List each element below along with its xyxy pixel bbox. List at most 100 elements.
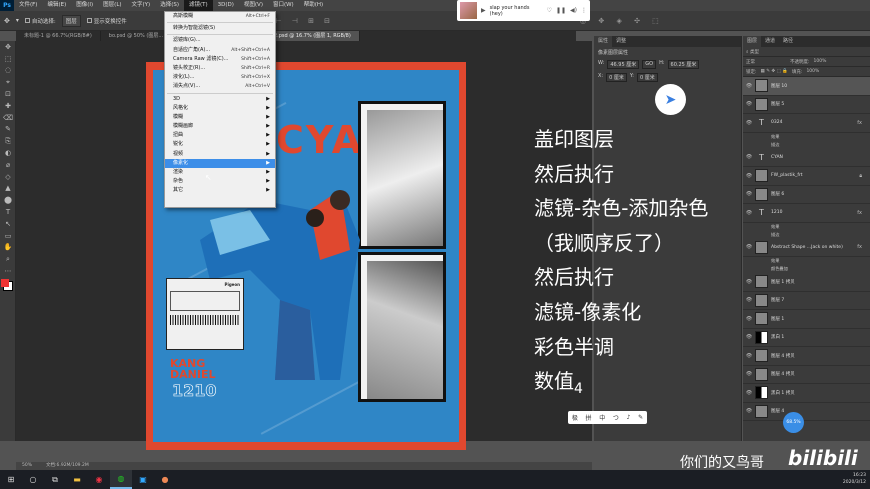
filter-menu-item[interactable]: 自适应广角(A)... Alt+Shift+Ctrl+A [165, 46, 275, 55]
x-input[interactable]: 0 厘米 [606, 73, 627, 82]
menu-item[interactable]: 文件(F) [14, 0, 42, 11]
app-icon[interactable]: ● [154, 470, 176, 489]
filter-menu-item[interactable]: 锐化 ▶ [165, 140, 275, 149]
heart-icon[interactable]: ♡ [547, 7, 552, 14]
visibility-eye-icon[interactable]: 👁︎ [743, 371, 755, 377]
tool-icon[interactable]: T [0, 206, 16, 218]
show-transform-checkbox[interactable]: 显示变换控件 [86, 17, 127, 25]
tool-icon[interactable]: ↖ [0, 218, 16, 230]
layer-row[interactable]: 👁︎ 图层 1 拷贝 [743, 273, 870, 292]
lock-icons[interactable]: ▦ ✎ ✥ ⬚ 🔒 [761, 69, 788, 74]
filter-menu-item[interactable]: 镜头校正(R)... Shift+Ctrl+R [165, 64, 275, 73]
tool-icon[interactable]: ◌ [0, 65, 16, 77]
menu-item[interactable]: 图层(L) [98, 0, 126, 11]
layer-effect-item[interactable]: 效果 [743, 133, 870, 141]
tool-icon[interactable]: ⌖ [0, 76, 16, 88]
layer-row[interactable]: 👁︎ FW_plastik_frt 🔒︎ [743, 167, 870, 186]
layer-row[interactable]: 👁︎ 图层 7 [743, 292, 870, 310]
layer-row[interactable]: 👁︎ 图层 1 [743, 310, 870, 329]
menu-item[interactable]: 文字(Y) [127, 0, 156, 11]
visibility-eye-icon[interactable]: 👁︎ [743, 173, 755, 179]
tool-icon[interactable]: ▭ [0, 230, 16, 242]
layer-row[interactable]: 👁︎ 图层 4 拷贝 [743, 366, 870, 384]
filter-menu-item[interactable]: 扭曲 ▶ [165, 131, 275, 140]
ime-button[interactable]: 拼 [586, 413, 592, 422]
layer-row[interactable]: 👁︎ 图层 10 [743, 77, 870, 96]
ime-button[interactable]: 中 [599, 413, 605, 422]
tool-icon[interactable]: ⊡ [0, 88, 16, 100]
visibility-eye-icon[interactable]: 👁︎ [743, 353, 755, 359]
kind-dropdown[interactable]: 类型 [750, 50, 759, 55]
tool-icon[interactable]: ⬤ [0, 194, 16, 206]
dropdown-arrow-icon[interactable]: ▾ [16, 17, 19, 24]
filter-menu-item[interactable]: 渲染 ▶ [165, 168, 275, 177]
menu-item[interactable]: 滤镜(T) [183, 0, 213, 11]
ime-button[interactable]: ✎ [638, 414, 643, 421]
layer-effect-item[interactable]: 效果 [743, 223, 870, 231]
filter-menu-item[interactable]: 其它 ▶ [165, 186, 275, 195]
visibility-eye-icon[interactable]: 👁︎ [743, 334, 755, 340]
layer-row[interactable]: 👁︎ 图层 6 [743, 186, 870, 204]
menu-item[interactable]: 编辑(E) [42, 0, 71, 11]
more-icon[interactable]: ⋮ [581, 7, 587, 14]
tool-icon[interactable]: ⌕ [0, 253, 16, 265]
y-input[interactable]: 0 厘米 [636, 73, 658, 82]
visibility-eye-icon[interactable]: 👁︎ [743, 191, 755, 197]
filter-menu-item[interactable]: 消失点(V)... Alt+Ctrl+V [165, 82, 275, 91]
tab-channels[interactable]: 通道 [761, 36, 779, 47]
auto-select-checkbox[interactable]: 自动选择: [24, 17, 56, 25]
auto-select-target-dropdown[interactable]: 图层 [61, 14, 81, 27]
file-explorer-icon[interactable]: ▬ [66, 470, 88, 489]
layer-effect-item[interactable]: 颜色叠加 [743, 265, 870, 273]
tab-properties[interactable]: 属性 [594, 36, 613, 47]
tool-icon[interactable]: ◐ [0, 147, 16, 159]
color-swatch[interactable] [1, 278, 13, 291]
layer-row[interactable]: 👁︎ 图层 5 [743, 96, 870, 114]
tool-icon[interactable]: ◇ [0, 171, 16, 183]
filter-menu-item[interactable]: 风格化 ▶ [165, 104, 275, 113]
layer-effect-item[interactable]: 效果 [743, 257, 870, 265]
chrome-icon[interactable]: ◉ [88, 470, 110, 489]
filter-menu-item[interactable]: 液化(L)... Shift+Ctrl+X [165, 73, 275, 82]
ime-button[interactable]: 极 [572, 413, 578, 422]
tool-icon[interactable]: ✋ [0, 242, 16, 254]
tool-icon[interactable]: ⬚ [0, 53, 16, 65]
tool-icon[interactable]: ⎘ [0, 135, 16, 147]
task-view-icon[interactable]: ⧉ [44, 470, 66, 489]
start-icon[interactable]: ⊞ [0, 470, 22, 489]
document-tab[interactable]: bo.psd @ 50% (图层... [101, 31, 173, 41]
visibility-eye-icon[interactable]: 👁︎ [743, 244, 755, 250]
volume-icon[interactable]: ◀) [570, 7, 577, 14]
menu-item[interactable]: 帮助(H) [299, 0, 328, 11]
play-icon[interactable]: ▶ [481, 7, 486, 14]
ime-button[interactable]: つ [613, 413, 619, 422]
filter-menu-item[interactable]: 模糊 ▶ [165, 113, 275, 122]
filter-menu-item[interactable]: 滤镜库(G)... [165, 36, 275, 45]
filter-menu-item[interactable]: Camera Raw 滤镜(C)... Shift+Ctrl+A [165, 55, 275, 64]
zoom-level[interactable]: 50% [22, 462, 32, 470]
menu-item[interactable]: 窗口(W) [268, 0, 299, 11]
w-input[interactable]: 46.95 厘米 [607, 60, 640, 69]
layer-effect-item[interactable]: 描边 [743, 141, 870, 149]
menu-item[interactable]: 视图(V) [239, 0, 268, 11]
tool-icon[interactable]: ✥ [0, 41, 16, 53]
system-tray-clock[interactable]: 16:23 2020/3/12 [843, 472, 866, 486]
opacity-input[interactable]: 100% [814, 59, 827, 64]
filter-menu-item[interactable]: 3D ▶ [165, 95, 275, 104]
visibility-eye-icon[interactable]: 👁︎ [743, 408, 755, 414]
visibility-eye-icon[interactable]: 👁︎ [743, 390, 755, 396]
fill-input[interactable]: 100% [806, 69, 819, 74]
h-input[interactable]: 60.25 厘米 [667, 60, 700, 69]
tool-icon[interactable]: ✎ [0, 124, 16, 136]
filter-menu-item[interactable]: 杂色 ▶ [165, 177, 275, 186]
visibility-eye-icon[interactable]: 👁︎ [743, 120, 755, 126]
tool-icon[interactable]: ⌫ [0, 112, 16, 124]
visibility-eye-icon[interactable]: 👁︎ [743, 83, 755, 89]
checkbox-box[interactable] [86, 18, 92, 23]
filter-menu-item[interactable]: 视频 ▶ [165, 150, 275, 159]
link-button[interactable]: GO [642, 60, 657, 69]
foreground-color[interactable] [1, 278, 9, 287]
tab-adjustments[interactable]: 调整 [612, 36, 630, 47]
tool-icon[interactable]: ▲ [0, 183, 16, 195]
layer-row[interactable]: 👁︎ T 0324 fx [743, 114, 870, 133]
